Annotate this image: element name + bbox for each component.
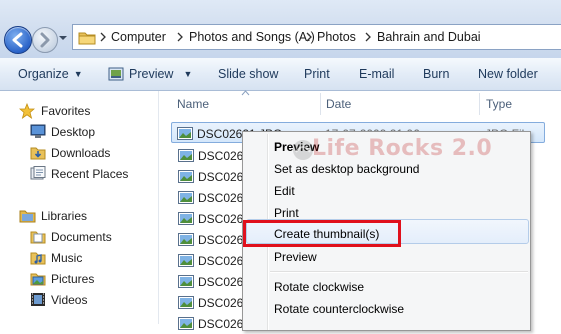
- breadcrumb-chevron-icon[interactable]: [364, 31, 372, 43]
- file-name: DSC026: [198, 212, 244, 226]
- jpg-file-icon: [178, 254, 194, 267]
- nav-item-desktop[interactable]: Desktop: [0, 122, 158, 142]
- nav-item-documents[interactable]: Documents: [0, 227, 158, 247]
- breadcrumb-computer[interactable]: Computer: [111, 30, 166, 44]
- nav-favorites-label: Favorites: [41, 104, 91, 118]
- preview-label: Preview: [129, 67, 174, 81]
- libraries-icon: [19, 210, 36, 223]
- column-header-type[interactable]: Type: [486, 97, 512, 111]
- file-name: DSC026: [198, 233, 244, 247]
- recent-places-icon: [30, 166, 46, 180]
- jpg-file-icon: [178, 191, 194, 204]
- navigation-pane: Favorites Desktop Downloads Recent Place…: [0, 91, 159, 324]
- address-bar: Computer Photos and Songs (A:) Photos Ba…: [0, 0, 561, 59]
- menu-item-preview[interactable]: Preview: [274, 250, 317, 264]
- sort-ascending-icon: [241, 90, 250, 96]
- jpg-file-icon: [177, 127, 193, 140]
- nav-item-recent-places-label: Recent Places: [51, 167, 129, 181]
- column-header-name[interactable]: Name: [177, 97, 209, 111]
- file-name: DSC026: [198, 317, 244, 331]
- videos-icon: [31, 293, 45, 306]
- arrow-right-icon: [40, 32, 50, 48]
- watermark-text: Life Rocks 2.0: [312, 136, 493, 161]
- nav-item-videos[interactable]: Videos: [0, 290, 158, 310]
- forward-button[interactable]: [32, 27, 58, 53]
- menu-item-set-desktop-background[interactable]: Set as desktop background: [274, 162, 419, 176]
- nav-item-downloads[interactable]: Downloads: [0, 143, 158, 163]
- column-divider[interactable]: [320, 93, 321, 115]
- burn-button[interactable]: Burn: [423, 67, 449, 81]
- column-divider[interactable]: [479, 93, 480, 115]
- jpg-file-icon: [178, 275, 194, 288]
- documents-icon: [30, 231, 46, 244]
- music-icon: [30, 252, 46, 265]
- command-bar: Organize ▼ Preview ▼ Slide show Print E-ma…: [0, 58, 561, 91]
- nav-item-downloads-label: Downloads: [51, 146, 111, 160]
- preview-button[interactable]: Preview ▼: [129, 67, 192, 81]
- column-header-date[interactable]: Date: [326, 97, 351, 111]
- breadcrumb-chevron-icon[interactable]: [99, 31, 107, 43]
- arrow-left-icon: [12, 32, 23, 48]
- nav-item-recent-places[interactable]: Recent Places: [0, 164, 158, 184]
- menu-item-rotate-counterclockwise[interactable]: Rotate counterclockwise: [274, 302, 404, 316]
- dropdown-caret-icon: ▼: [183, 69, 193, 79]
- back-button[interactable]: [4, 26, 32, 54]
- folder-icon: [78, 32, 96, 45]
- desktop-icon: [30, 124, 46, 138]
- nav-item-music[interactable]: Music: [0, 248, 158, 268]
- highlight-annotation-box: [243, 220, 401, 247]
- email-button[interactable]: E-mail: [359, 67, 394, 81]
- nav-item-pictures[interactable]: Pictures: [0, 269, 158, 289]
- breadcrumb-drive[interactable]: Photos and Songs (A:): [189, 30, 315, 44]
- nav-item-pictures-label: Pictures: [51, 272, 95, 286]
- preview-icon: [108, 67, 124, 81]
- downloads-folder-icon: [30, 147, 46, 160]
- breadcrumb[interactable]: Computer Photos and Songs (A:) Photos Ba…: [72, 24, 561, 50]
- nav-item-desktop-label: Desktop: [51, 125, 96, 139]
- menu-separator: [270, 271, 528, 273]
- jpg-file-icon: [178, 149, 194, 162]
- jpg-file-icon: [178, 233, 194, 246]
- dropdown-caret-icon: ▼: [73, 69, 83, 79]
- jpg-file-icon: [178, 212, 194, 225]
- file-name: DSC026: [198, 191, 244, 205]
- file-name: DSC026: [198, 275, 244, 289]
- jpg-file-icon: [178, 296, 194, 309]
- file-name: DSC026: [198, 149, 244, 163]
- organize-label: Organize: [18, 67, 69, 81]
- recent-pages-chevron-icon[interactable]: [58, 33, 68, 43]
- menu-item-print[interactable]: Print: [274, 206, 299, 220]
- breadcrumb-chevron-icon[interactable]: [305, 31, 313, 43]
- pictures-icon: [30, 273, 46, 286]
- nav-item-videos-label: Videos: [51, 293, 88, 307]
- menu-item-rotate-clockwise[interactable]: Rotate clockwise: [274, 280, 364, 294]
- breadcrumb-photos[interactable]: Photos: [317, 30, 356, 44]
- nav-item-music-label: Music: [51, 251, 83, 265]
- new-folder-button[interactable]: New folder: [478, 67, 538, 81]
- slideshow-button[interactable]: Slide show: [218, 67, 278, 81]
- breadcrumb-bahrain-dubai[interactable]: Bahrain and Dubai: [377, 30, 481, 44]
- star-icon: [19, 103, 35, 119]
- nav-libraries[interactable]: Libraries: [0, 206, 158, 226]
- file-name: DSC026: [198, 170, 244, 184]
- organize-button[interactable]: Organize ▼: [18, 67, 83, 81]
- jpg-file-icon: [178, 170, 194, 183]
- file-name: DSC026: [198, 254, 244, 268]
- nav-libraries-label: Libraries: [41, 209, 88, 223]
- file-name: DSC026: [198, 296, 244, 310]
- nav-favorites[interactable]: Favorites: [0, 101, 158, 121]
- breadcrumb-chevron-icon[interactable]: [176, 31, 184, 43]
- print-button[interactable]: Print: [304, 67, 330, 81]
- menu-item-edit[interactable]: Edit: [274, 184, 295, 198]
- nav-item-documents-label: Documents: [51, 230, 112, 244]
